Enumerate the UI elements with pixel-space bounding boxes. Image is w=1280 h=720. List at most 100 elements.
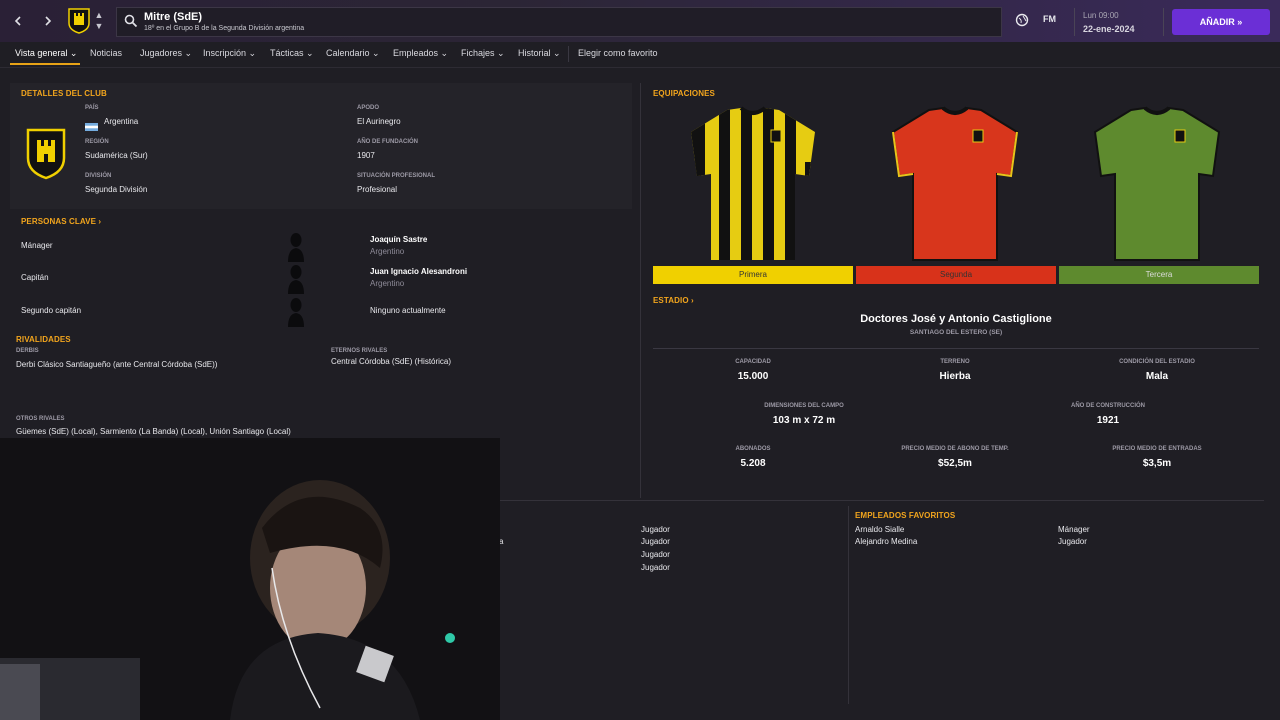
chevron-left-icon bbox=[14, 16, 21, 26]
fundacion-label: AÑO DE FUNDACIÓN bbox=[357, 139, 418, 145]
tab-jugadores[interactable]: Jugadores ⌄ bbox=[140, 48, 192, 59]
entradas-value: $3,5m bbox=[1142, 458, 1172, 469]
tab-elegir-favorito[interactable]: Elegir como favorito bbox=[578, 48, 658, 58]
stadium-location: SANTIAGO DEL ESTERO (SE) bbox=[909, 329, 1003, 336]
chevron-up-icon[interactable]: ▲ bbox=[94, 10, 104, 20]
apodo-value: El Aurinegro bbox=[357, 117, 401, 126]
column-divider bbox=[640, 83, 641, 498]
kit-label-primera[interactable]: Primera bbox=[653, 266, 853, 284]
favorite-staff-title: EMPLEADOS FAVORITOS bbox=[855, 511, 956, 520]
key-people-name[interactable]: Joaquín Sastre bbox=[370, 235, 427, 244]
current-time: Lun 09:00 bbox=[1083, 11, 1119, 20]
key-people-role: Capitán bbox=[21, 273, 49, 282]
abonados-label: ABONADOS bbox=[735, 446, 771, 452]
favorite-staff-name[interactable]: Arnaldo Sialle bbox=[855, 525, 904, 534]
person-silhouette-icon[interactable] bbox=[287, 232, 305, 262]
tab-vista-general[interactable]: Vista general ⌄ bbox=[15, 48, 77, 59]
back-button[interactable] bbox=[8, 11, 28, 31]
key-people-name: Ninguno actualmente bbox=[370, 306, 446, 315]
club-name: Mitre (SdE) bbox=[144, 11, 203, 23]
player-role: Jugador bbox=[641, 525, 670, 534]
construccion-label: AÑO DE CONSTRUCCIÓN bbox=[1070, 403, 1145, 409]
region-label: REGIÓN bbox=[85, 139, 109, 145]
key-people-nation: Argentino bbox=[370, 247, 405, 256]
stadium-title[interactable]: ESTADIO › bbox=[653, 296, 694, 305]
club-details-title: DETALLES DEL CLUB bbox=[21, 89, 107, 98]
tab-noticias[interactable]: Noticias bbox=[90, 48, 122, 58]
division-label: DIVISIÓN bbox=[85, 173, 112, 179]
key-people-role: Segundo capitán bbox=[21, 306, 82, 315]
otros-label: OTROS RIVALES bbox=[16, 416, 65, 422]
player-role: Jugador bbox=[641, 537, 670, 546]
tab-tacticas[interactable]: Tácticas ⌄ bbox=[270, 48, 314, 59]
key-people-title[interactable]: PERSONAS CLAVE › bbox=[21, 217, 101, 226]
favorite-staff-name[interactable]: Alejandro Medina bbox=[855, 537, 917, 546]
forward-button[interactable] bbox=[38, 11, 58, 31]
club-standing: 18º en el Grupo B de la Segunda División… bbox=[144, 25, 305, 32]
stadium-divider bbox=[653, 348, 1259, 349]
player-role: Jugador bbox=[641, 550, 670, 559]
region-value: Sudamérica (Sur) bbox=[85, 151, 148, 160]
abono-label: PRECIO MEDIO DE ABONO DE TEMP. bbox=[901, 446, 1009, 452]
globe-icon[interactable] bbox=[1015, 13, 1029, 29]
club-crest-large bbox=[26, 128, 66, 180]
tab-empleados[interactable]: Empleados ⌄ bbox=[393, 48, 448, 59]
otros-value[interactable]: Güemes (SdE) (Local), Sarmiento (La Band… bbox=[16, 427, 291, 436]
date-display[interactable]: Lun 09:00 22-ene-2024 bbox=[1074, 8, 1164, 36]
club-search-box[interactable]: Mitre (SdE) 18º en el Grupo B de la Segu… bbox=[116, 7, 1002, 37]
key-people-name[interactable]: Juan Ignacio Alesandroni bbox=[370, 267, 467, 276]
derbis-label: DERBIS bbox=[16, 348, 39, 354]
tab-inscripcion[interactable]: Inscripción ⌄ bbox=[203, 48, 256, 59]
favorite-staff-role: Jugador bbox=[1058, 537, 1087, 546]
dimensiones-label: DIMENSIONES DEL CAMPO bbox=[764, 403, 844, 409]
key-people-nation: Argentino bbox=[370, 279, 405, 288]
tab-divider bbox=[568, 46, 569, 62]
capacidad-value: 15.000 bbox=[737, 371, 769, 382]
abono-value: $52,5m bbox=[938, 458, 972, 469]
tab-calendario[interactable]: Calendario ⌄ bbox=[326, 48, 380, 59]
abonados-value: 5.208 bbox=[740, 458, 766, 469]
bottom-column-divider bbox=[848, 506, 849, 704]
situacion-value: Profesional bbox=[357, 185, 398, 194]
stadium-name: Doctores José y Antonio Castiglione bbox=[860, 313, 1052, 325]
condicion-value: Mala bbox=[1145, 371, 1169, 382]
division-value[interactable]: Segunda División bbox=[85, 185, 147, 194]
active-tab-indicator bbox=[10, 63, 80, 65]
rivalries-title: RIVALIDADES bbox=[16, 335, 71, 344]
streamer-webcam-image bbox=[0, 438, 500, 720]
pais-value[interactable]: Argentina bbox=[104, 117, 138, 126]
person-silhouette-icon bbox=[287, 297, 305, 327]
kit-third-shirt[interactable] bbox=[1089, 106, 1225, 262]
webcam-overlay bbox=[0, 438, 500, 720]
current-date: 22-ene-2024 bbox=[1083, 24, 1135, 34]
eternos-value[interactable]: Central Córdoba (SdE) (Histórica) bbox=[331, 357, 451, 366]
eternos-label: ETERNOS RIVALES bbox=[331, 348, 388, 354]
person-silhouette-icon[interactable] bbox=[287, 264, 305, 294]
dimensiones-value: 103 m x 72 m bbox=[772, 415, 836, 426]
kit-away-shirt[interactable] bbox=[887, 106, 1023, 262]
add-button[interactable]: AÑADIR » bbox=[1172, 9, 1270, 35]
situacion-label: SITUACIÓN PROFESIONAL bbox=[357, 173, 436, 179]
search-icon bbox=[124, 14, 138, 28]
tab-bar: Vista general ⌄ Noticias Jugadores ⌄ Ins… bbox=[0, 42, 1280, 68]
condicion-label: CONDICIÓN DEL ESTADIO bbox=[1119, 359, 1195, 365]
derbis-value[interactable]: Derbi Clásico Santiagueño (ante Central … bbox=[16, 360, 217, 369]
bottom-divider bbox=[500, 500, 1264, 501]
tab-fichajes[interactable]: Fichajes ⌄ bbox=[461, 48, 505, 59]
argentina-flag-icon bbox=[85, 118, 98, 131]
construccion-value: 1921 bbox=[1096, 415, 1120, 426]
top-bar: ▲ ▼ Mitre (SdE) 18º en el Grupo B de la … bbox=[0, 0, 1280, 42]
entradas-label: PRECIO MEDIO DE ENTRADAS bbox=[1112, 446, 1202, 452]
pais-label: PAÍS bbox=[85, 105, 99, 111]
fm-logo[interactable]: FM bbox=[1043, 14, 1056, 24]
favorite-staff-role: Mánager bbox=[1058, 525, 1090, 534]
tab-historial[interactable]: Historial ⌄ bbox=[518, 48, 561, 59]
club-crest-icon[interactable] bbox=[68, 8, 90, 34]
kit-label-tercera[interactable]: Tercera bbox=[1059, 266, 1259, 284]
player-role: Jugador bbox=[641, 563, 670, 572]
chevron-down-icon[interactable]: ▼ bbox=[94, 21, 104, 31]
kit-home-shirt[interactable] bbox=[685, 106, 821, 262]
capacidad-label: CAPACIDAD bbox=[735, 359, 771, 365]
kits-title: EQUIPACIONES bbox=[653, 89, 715, 98]
kit-label-segunda[interactable]: Segunda bbox=[856, 266, 1056, 284]
